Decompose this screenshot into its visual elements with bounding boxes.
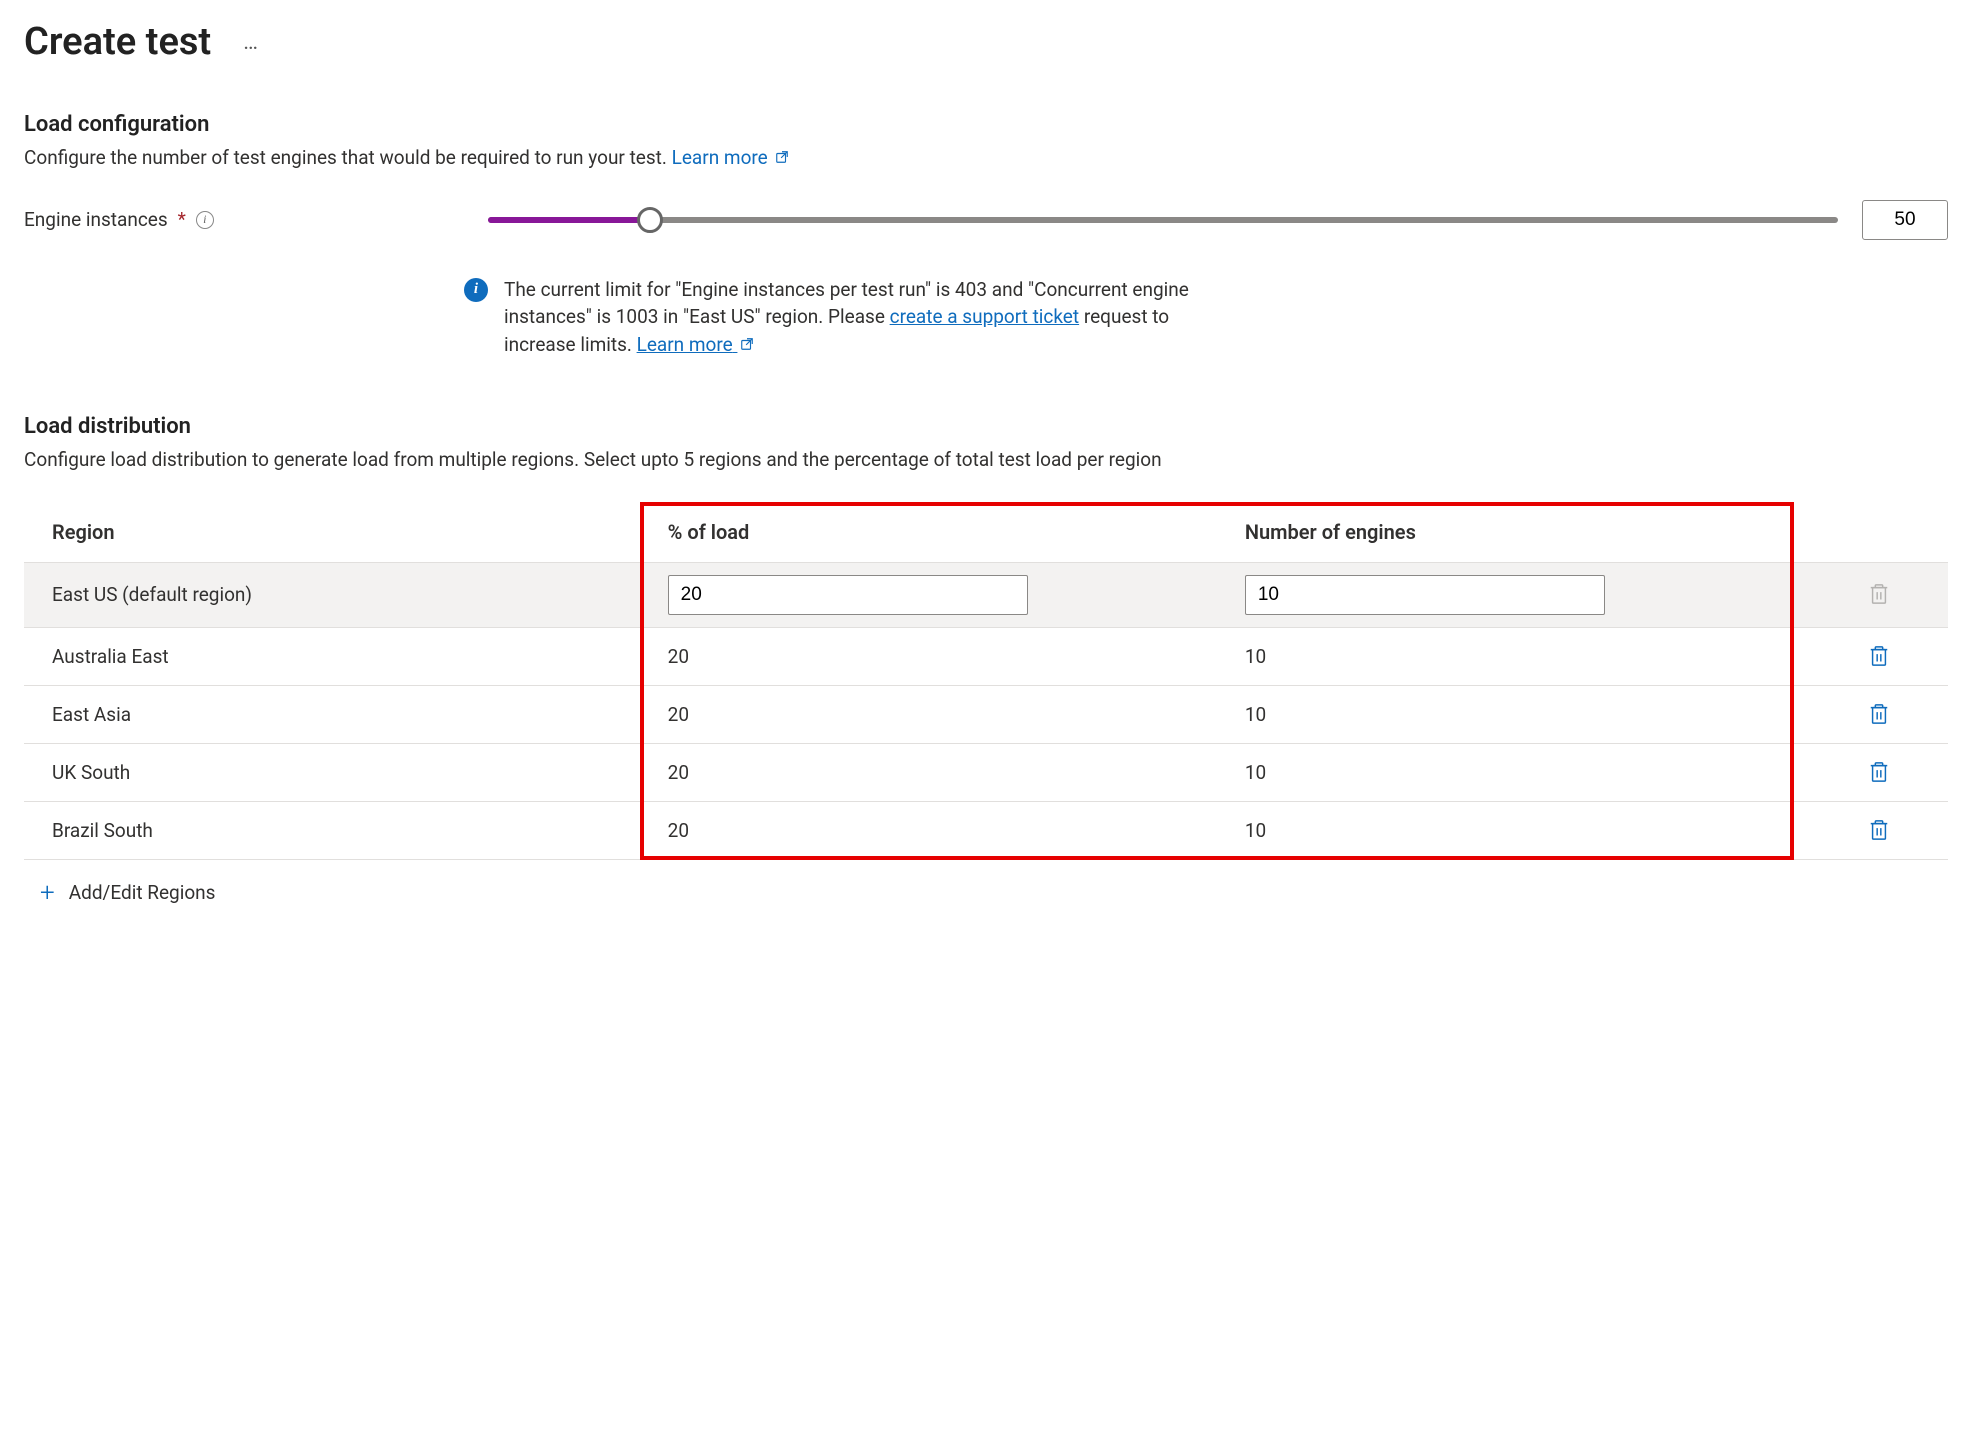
load-distribution-table: Region % of load Number of engines East … [24, 502, 1948, 860]
trash-icon [1868, 702, 1890, 726]
trash-icon [1868, 644, 1890, 668]
pct-cell: 20 [640, 627, 1217, 685]
pct-cell: 20 [640, 743, 1217, 801]
pct-cell [640, 562, 1217, 627]
engine-limit-info: i The current limit for "Engine instance… [464, 276, 1234, 359]
limits-learn-more-link[interactable]: Learn more [637, 333, 755, 356]
load-dist-description: Configure load distribution to generate … [24, 447, 1948, 474]
add-edit-regions-button[interactable]: + Add/Edit Regions [24, 860, 1948, 906]
engines-cell: 10 [1217, 801, 1794, 859]
column-header-engines: Number of engines [1217, 502, 1794, 563]
load-config-heading: Load configuration [24, 112, 1948, 137]
engines-cell: 10 [1217, 627, 1794, 685]
delete-cell [1794, 801, 1948, 859]
required-indicator: * [178, 208, 186, 231]
load-distribution-section: Load distribution Configure load distrib… [24, 414, 1948, 906]
add-edit-regions-label: Add/Edit Regions [69, 881, 216, 904]
delete-region-button [1864, 578, 1894, 610]
external-link-icon [740, 337, 754, 351]
delete-region-button[interactable] [1864, 756, 1894, 788]
table-row: East US (default region) [24, 562, 1948, 627]
region-cell: East Asia [24, 685, 640, 743]
region-cell: UK South [24, 743, 640, 801]
slider-thumb[interactable] [637, 207, 663, 233]
region-cell: Brazil South [24, 801, 640, 859]
pct-input[interactable] [668, 575, 1028, 615]
create-support-ticket-link[interactable]: create a support ticket [890, 305, 1079, 328]
engine-instances-label: Engine instances [24, 208, 168, 231]
table-row: UK South2010 [24, 743, 1948, 801]
column-header-pct: % of load [640, 502, 1217, 563]
trash-icon [1868, 818, 1890, 842]
engines-cell: 10 [1217, 743, 1794, 801]
plus-icon: + [40, 880, 55, 906]
limits-learn-more-label: Learn more [637, 333, 733, 356]
external-link-icon [775, 150, 789, 164]
info-badge-icon: i [464, 278, 488, 302]
load-configuration-section: Load configuration Configure the number … [24, 112, 1948, 358]
trash-icon [1868, 582, 1890, 606]
delete-region-button[interactable] [1864, 814, 1894, 846]
page-title: Create test [24, 20, 211, 64]
info-icon[interactable]: i [196, 211, 214, 229]
learn-more-label: Learn more [672, 146, 768, 169]
load-config-description: Configure the number of test engines tha… [24, 145, 1948, 172]
engines-cell: 10 [1217, 685, 1794, 743]
engines-cell [1217, 562, 1794, 627]
delete-region-button[interactable] [1864, 698, 1894, 730]
engine-instances-input[interactable] [1862, 200, 1948, 240]
delete-cell [1794, 685, 1948, 743]
engines-input[interactable] [1245, 575, 1605, 615]
column-header-region: Region [24, 502, 640, 563]
trash-icon [1868, 760, 1890, 784]
region-cell: Australia East [24, 627, 640, 685]
delete-cell [1794, 627, 1948, 685]
delete-cell [1794, 743, 1948, 801]
delete-region-button[interactable] [1864, 640, 1894, 672]
delete-cell [1794, 562, 1948, 627]
load-config-learn-more-link[interactable]: Learn more [672, 146, 790, 169]
pct-cell: 20 [640, 801, 1217, 859]
table-row: Brazil South2010 [24, 801, 1948, 859]
region-cell: East US (default region) [24, 562, 640, 627]
table-row: East Asia2010 [24, 685, 1948, 743]
engine-instances-slider[interactable] [488, 205, 1838, 235]
load-config-description-text: Configure the number of test engines tha… [24, 146, 672, 169]
pct-cell: 20 [640, 685, 1217, 743]
load-dist-heading: Load distribution [24, 414, 1948, 439]
table-row: Australia East2010 [24, 627, 1948, 685]
more-actions-button[interactable]: … [243, 30, 260, 55]
